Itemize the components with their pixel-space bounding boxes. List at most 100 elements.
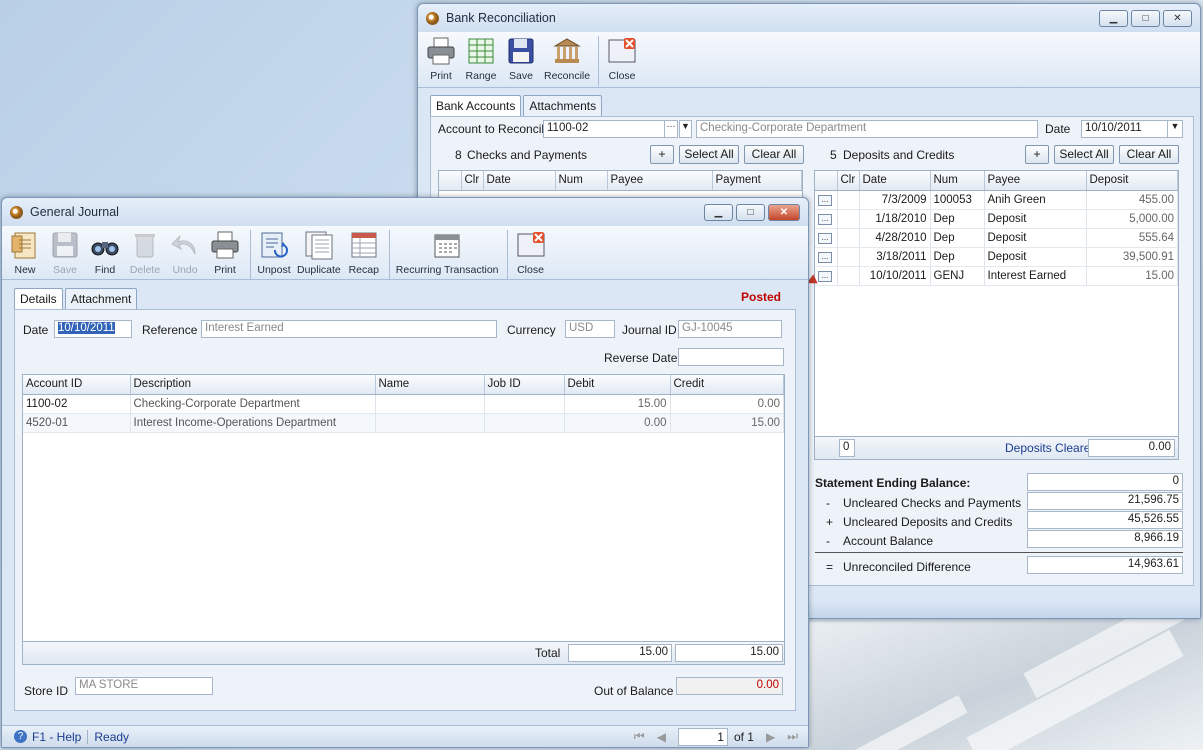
currency-label: Currency — [507, 323, 556, 337]
col-date[interactable]: Date — [859, 171, 931, 191]
tab-bank-accounts[interactable]: Bank Accounts — [430, 95, 522, 116]
spreadsheet-icon — [466, 36, 496, 66]
ellipsis-button[interactable]: ··· — [664, 120, 678, 138]
delete-button[interactable]: Delete — [128, 230, 162, 276]
statement-ending-input[interactable]: 0 — [1027, 473, 1183, 491]
col-description[interactable]: Description — [130, 375, 376, 395]
col-clr[interactable]: Clr — [461, 171, 484, 191]
new-button[interactable]: New — [8, 230, 42, 276]
unpost-icon — [259, 230, 289, 260]
debit-cell: 0.00 — [564, 413, 671, 433]
cleared-count: 0 — [839, 439, 855, 457]
bank-titlebar: Bank Reconciliation ▁ □ ✕ — [418, 4, 1200, 32]
save-button[interactable]: Save — [48, 230, 82, 276]
clr-cell[interactable] — [837, 190, 860, 210]
account-input[interactable]: 1100-02 — [543, 120, 666, 138]
col-payee[interactable]: Payee — [984, 171, 1087, 191]
minimize-button[interactable]: ▁ — [1099, 9, 1128, 27]
recap-button[interactable]: Recap — [347, 230, 381, 276]
row-detail-button[interactable]: ... — [818, 233, 832, 244]
range-button[interactable]: Range — [464, 36, 498, 82]
table-row[interactable]: ... 3/18/2011 Dep Deposit 39,500.91 — [815, 247, 1178, 267]
date-cell: 7/3/2009 — [859, 190, 931, 210]
col-job-id[interactable]: Job ID — [484, 375, 565, 395]
clr-cell[interactable] — [837, 228, 860, 248]
clr-cell[interactable] — [837, 247, 860, 267]
reverse-date-input[interactable] — [678, 348, 784, 366]
deposits-select-all-button[interactable]: Select All — [1054, 145, 1114, 164]
minimize-button[interactable]: ▁ — [704, 203, 733, 221]
row-detail-button[interactable]: ... — [818, 214, 832, 225]
debit-cell: 15.00 — [564, 394, 671, 414]
deposits-cleared-label: Deposits Cleared — [1005, 441, 1098, 455]
currency-input[interactable]: USD — [565, 320, 615, 338]
col-payee[interactable]: Payee — [607, 171, 713, 191]
col-num[interactable]: Num — [555, 171, 608, 191]
reconcile-button[interactable]: Reconcile — [544, 36, 590, 82]
date-input[interactable]: 10/10/2011 — [54, 320, 132, 338]
reverse-date-label: Reverse Date — [604, 351, 678, 365]
add-deposit-button[interactable]: + — [1025, 145, 1049, 164]
help-text[interactable]: F1 - Help — [32, 730, 81, 744]
table-row[interactable]: ... 10/10/2011 GENJ Interest Earned 15.0… — [815, 266, 1178, 286]
tab-attachment[interactable]: Attachment — [64, 288, 138, 309]
clr-cell[interactable] — [837, 209, 860, 229]
col-date[interactable]: Date — [483, 171, 556, 191]
page-number-input[interactable]: 1 — [677, 727, 728, 746]
chevron-down-icon[interactable]: ▼ — [679, 120, 692, 138]
restore-button[interactable]: ✕ — [1163, 9, 1192, 27]
prev-page-icon[interactable]: ◀ — [657, 730, 666, 744]
recap-icon — [349, 230, 379, 260]
duplicate-button[interactable]: Duplicate — [297, 230, 341, 276]
journal-statusbar: ? F1 - Help Ready ⏮ ◀ 1 of 1 ▶ ⏭ — [2, 725, 808, 747]
checks-select-all-button[interactable]: Select All — [679, 145, 739, 164]
chevron-down-icon[interactable]: ▼ — [1167, 120, 1183, 138]
close-icon — [516, 230, 546, 260]
close-button[interactable]: Close — [514, 230, 548, 276]
unpost-button[interactable]: Unpost — [257, 230, 291, 276]
col-payment[interactable]: Payment — [712, 171, 802, 191]
clr-cell[interactable] — [837, 266, 860, 286]
row-detail-button[interactable]: ... — [818, 271, 832, 282]
close-window-button[interactable]: ✕ — [768, 203, 800, 221]
find-button[interactable]: Find — [88, 230, 122, 276]
table-row[interactable]: ... 1/18/2010 Dep Deposit 5,000.00 — [815, 209, 1178, 229]
store-id-input[interactable]: MA STORE — [75, 677, 213, 695]
maximize-button[interactable]: □ — [736, 203, 765, 221]
undo-button[interactable]: Undo — [168, 230, 202, 276]
print-button[interactable]: Print — [424, 36, 458, 82]
deposits-clear-all-button[interactable]: Clear All — [1119, 145, 1179, 164]
col-num[interactable]: Num — [930, 171, 985, 191]
last-page-icon[interactable]: ⏭ — [787, 729, 798, 744]
save-button[interactable]: Save — [504, 36, 538, 82]
reference-input[interactable]: Interest Earned — [201, 320, 497, 338]
col-debit[interactable]: Debit — [564, 375, 671, 395]
tab-attachments[interactable]: Attachments — [523, 95, 603, 116]
table-row[interactable]: 4520-01 Interest Income-Operations Depar… — [23, 413, 784, 433]
window-title: General Journal — [30, 205, 119, 219]
help-icon[interactable]: ? — [14, 730, 27, 743]
checks-clear-all-button[interactable]: Clear All — [744, 145, 804, 164]
first-page-icon[interactable]: ⏮ — [634, 729, 645, 744]
table-row[interactable]: ... 7/3/2009 100053 Anih Green 455.00 — [815, 190, 1178, 210]
description-cell: Checking-Corporate Department — [130, 394, 376, 414]
add-check-button[interactable]: + — [650, 145, 674, 164]
col-name[interactable]: Name — [375, 375, 485, 395]
col-credit[interactable]: Credit — [670, 375, 784, 395]
table-row[interactable]: 1100-02 Checking-Corporate Department 15… — [23, 394, 784, 414]
recurring-transaction-button[interactable]: Recurring Transaction — [396, 230, 499, 276]
close-button[interactable]: Close — [605, 36, 639, 82]
journal-id-input[interactable]: GJ-10045 — [678, 320, 782, 338]
col-deposit[interactable]: Deposit — [1086, 171, 1178, 191]
next-page-icon[interactable]: ▶ — [766, 730, 775, 744]
tab-details[interactable]: Details — [14, 288, 63, 309]
maximize-button[interactable]: □ — [1131, 9, 1160, 27]
row-detail-button[interactable]: ... — [818, 252, 832, 263]
col-account-id[interactable]: Account ID — [23, 375, 131, 395]
table-row[interactable]: ... 4/28/2010 Dep Deposit 555.64 — [815, 228, 1178, 248]
col-clr[interactable]: Clr — [837, 171, 860, 191]
amount-cell: 555.64 — [1086, 228, 1178, 248]
print-button[interactable]: Print — [208, 230, 242, 276]
journal-id-label: Journal ID — [622, 323, 677, 337]
row-detail-button[interactable]: ... — [818, 195, 832, 206]
